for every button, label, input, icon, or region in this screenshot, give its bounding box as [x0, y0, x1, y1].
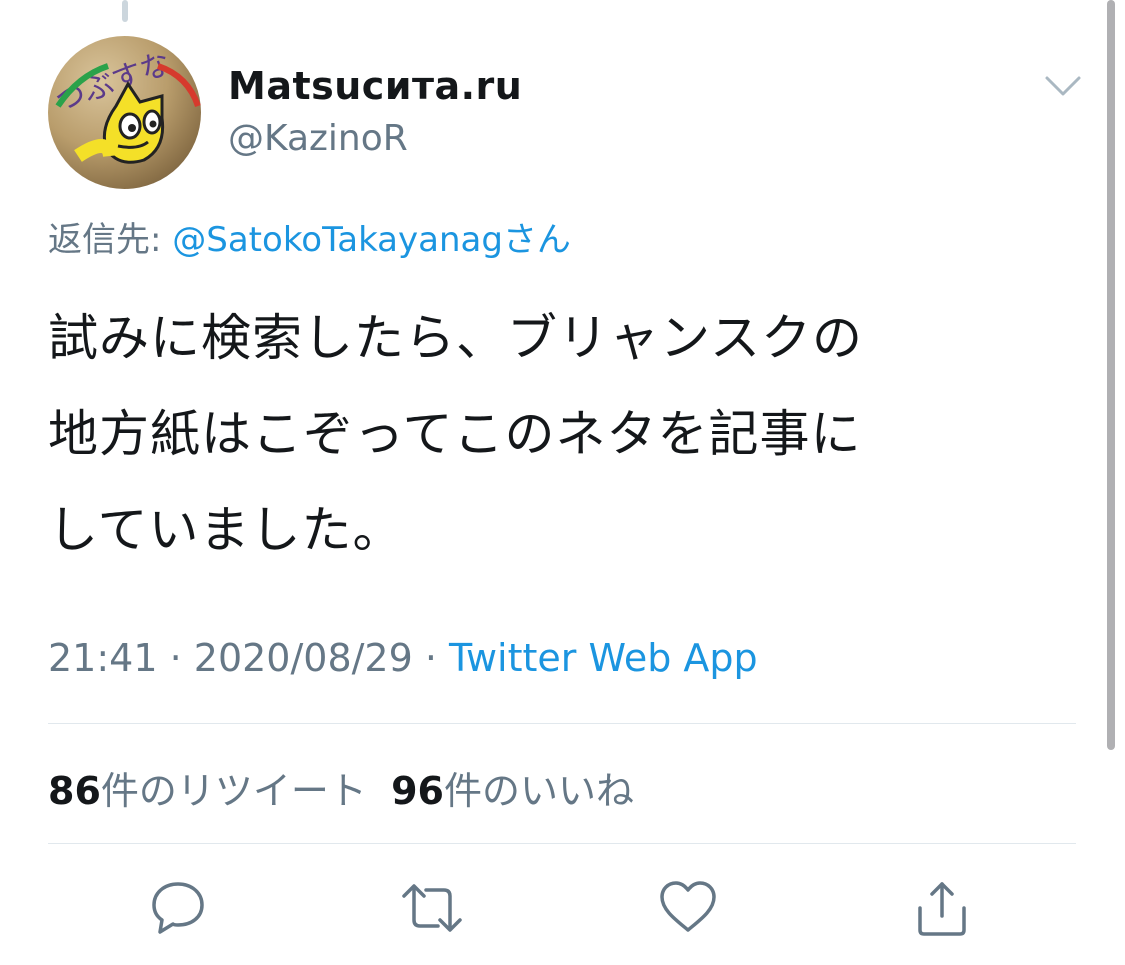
- retweet-count: 86: [48, 769, 101, 813]
- tweet-line: 試みに検索したら、ブリャンスクの: [48, 309, 863, 367]
- author-display-name[interactable]: Matsucита.ru: [228, 64, 522, 108]
- retweets-stat[interactable]: 86件のリツイート: [48, 769, 367, 813]
- tweet-source-link[interactable]: Twitter Web App: [449, 636, 758, 680]
- meta-separator: ·: [412, 636, 450, 680]
- divider: [48, 843, 1076, 844]
- divider: [48, 723, 1076, 724]
- reply-prefix: 返信先:: [48, 220, 173, 260]
- tweet-line: していました。: [48, 501, 404, 559]
- reply-target-link[interactable]: @SatokoTakayanagさん: [172, 220, 571, 260]
- tweet-stats: 86件のリツイート 96件のいいね: [48, 760, 634, 815]
- retweet-label: 件のリツイート: [100, 769, 367, 813]
- reply-icon[interactable]: [148, 878, 208, 938]
- tweet-line: 地方紙はこぞってこのネタを記事に: [48, 405, 862, 463]
- tweet-date[interactable]: 2020/08/29: [194, 636, 413, 680]
- share-icon[interactable]: [912, 878, 972, 938]
- avatar[interactable]: つぶすな: [48, 36, 201, 189]
- tweet-meta: 21:41 · 2020/08/29 · Twitter Web App: [48, 636, 758, 680]
- thread-connector: [122, 0, 128, 22]
- like-label: 件のいいね: [443, 769, 634, 813]
- author-handle[interactable]: @KazinoR: [228, 118, 408, 159]
- retweet-icon[interactable]: [400, 878, 462, 938]
- scrollbar[interactable]: [1107, 0, 1115, 750]
- like-count: 96: [391, 769, 444, 813]
- reply-context: 返信先: @SatokoTakayanagさん: [48, 212, 571, 261]
- meta-separator: ·: [157, 636, 194, 680]
- tweet-time[interactable]: 21:41: [48, 636, 158, 680]
- tweet-text: 試みに検索したら、ブリャンスクの 地方紙はこぞってこのネタを記事に していました…: [48, 290, 1058, 578]
- like-icon[interactable]: [658, 878, 718, 938]
- chevron-down-icon[interactable]: [1044, 72, 1082, 102]
- likes-stat[interactable]: 96件のいいね: [391, 769, 634, 813]
